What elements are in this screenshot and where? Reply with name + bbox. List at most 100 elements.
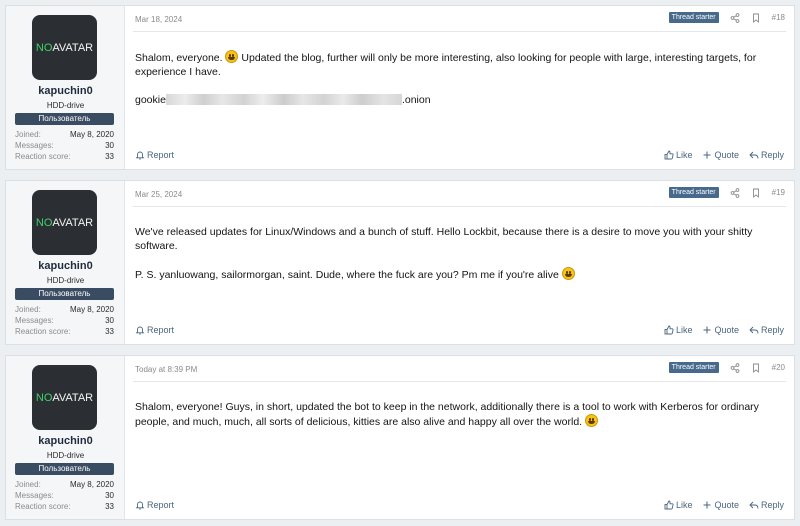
user-title: HDD-drive (46, 101, 85, 110)
header-divider (133, 206, 786, 207)
report-label: Report (147, 150, 175, 160)
user-title: HDD-drive (46, 451, 85, 460)
bookmark-icon[interactable] (751, 363, 761, 373)
post-number[interactable]: #20 (772, 363, 785, 372)
bell-icon (135, 326, 145, 335)
share-icon[interactable] (730, 362, 740, 373)
reply-icon (749, 326, 759, 334)
messages-value[interactable]: 30 (105, 140, 114, 151)
post-footer: Report Like Quote Reply (135, 150, 784, 160)
avatar-no-text: NO (35, 391, 53, 404)
post-18: NO AVATAR kapuchin0 HDD-drive Пользовател… (5, 5, 795, 170)
quote-label: Quote (714, 150, 739, 160)
joined-label: Joined: (15, 480, 41, 489)
username-link[interactable]: kapuchin0 (6, 435, 125, 447)
joined-label: Joined: (15, 305, 41, 314)
post-body: We've released updates for Linux/Windows… (135, 225, 782, 296)
user-panel: NO AVATAR kapuchin0 HDD-drive Пользовател… (6, 6, 125, 169)
quote-button[interactable]: Quote (702, 150, 739, 160)
thumbs-up-icon (664, 150, 674, 160)
report-label: Report (147, 325, 175, 335)
post-header-actions: Thread starter #18 (668, 12, 785, 23)
header-divider (133, 31, 786, 32)
username-link[interactable]: kapuchin0 (6, 260, 125, 272)
post-text-1: We've released updates for Linux/Windows… (135, 226, 753, 252)
share-icon[interactable] (730, 12, 740, 23)
user-group-badge: Пользователь (15, 113, 114, 125)
reaction-label: Reaction score: (15, 502, 71, 511)
header-divider (133, 381, 786, 382)
thumbs-up-icon (664, 325, 674, 335)
avatar-no-text: NO (35, 216, 53, 229)
post-20: NO AVATAR kapuchin0 HDD-drive Пользовател… (5, 355, 795, 520)
avatar-rest-text: AVATAR (52, 216, 94, 229)
reaction-label: Reaction score: (15, 152, 71, 161)
post-date[interactable]: Today at 8:39 PM (135, 365, 197, 374)
quote-button[interactable]: Quote (702, 500, 739, 510)
reaction-value: 33 (105, 152, 114, 161)
avatar[interactable]: NO AVATAR (32, 15, 97, 80)
report-button[interactable]: Report (135, 325, 174, 335)
report-button[interactable]: Report (135, 150, 174, 160)
post-main: Today at 8:39 PM Thread starter #20 Shal… (125, 356, 794, 519)
like-button[interactable]: Like (664, 325, 693, 335)
post-main: Mar 25, 2024 Thread starter #19 We've re… (125, 181, 794, 344)
avatar[interactable]: NO AVATAR (32, 190, 97, 255)
quote-button[interactable]: Quote (702, 325, 739, 335)
user-title: HDD-drive (46, 276, 85, 285)
report-label: Report (147, 500, 175, 510)
reply-button[interactable]: Reply (749, 150, 784, 160)
user-stats: Joined: May 8, 2020 Messages: 30 Reaction … (15, 129, 114, 162)
user-group-badge: Пользователь (15, 463, 114, 475)
post-main: Mar 18, 2024 Thread starter #18 Shalom, … (125, 6, 794, 169)
reply-label: Reply (760, 500, 784, 510)
post-number[interactable]: #19 (772, 188, 785, 197)
messages-value[interactable]: 30 (105, 315, 114, 326)
like-label: Like (675, 150, 693, 160)
messages-label: Messages: (15, 141, 54, 150)
post-date[interactable]: Mar 25, 2024 (135, 190, 182, 199)
user-panel: NO AVATAR kapuchin0 HDD-drive Пользовател… (6, 356, 125, 519)
joined-value: May 8, 2020 (69, 130, 114, 139)
thread-starter-badge: Thread starter (668, 187, 719, 198)
thumbs-up-icon (664, 500, 674, 510)
post-header-actions: Thread starter #19 (668, 187, 785, 198)
reaction-value: 33 (105, 502, 114, 511)
like-label: Like (675, 325, 693, 335)
grinning-emoji (585, 414, 598, 427)
messages-label: Messages: (15, 316, 54, 325)
onion-link-prefix: gookie (135, 94, 166, 106)
like-button[interactable]: Like (664, 500, 693, 510)
post-header-actions: Thread starter #20 (668, 362, 785, 373)
reply-button[interactable]: Reply (749, 325, 784, 335)
bookmark-icon[interactable] (751, 13, 761, 23)
reply-label: Reply (760, 325, 784, 335)
username-link[interactable]: kapuchin0 (6, 85, 125, 97)
like-label: Like (675, 500, 693, 510)
plus-icon (703, 326, 711, 334)
avatar-rest-text: AVATAR (52, 41, 94, 54)
user-panel: NO AVATAR kapuchin0 HDD-drive Пользовател… (6, 181, 125, 344)
reply-icon (749, 151, 759, 159)
report-button[interactable]: Report (135, 500, 174, 510)
joined-value: May 8, 2020 (69, 305, 114, 314)
thread-starter-badge: Thread starter (668, 12, 719, 23)
reply-button[interactable]: Reply (749, 500, 784, 510)
share-icon[interactable] (730, 187, 740, 198)
bookmark-icon[interactable] (751, 188, 761, 198)
reply-icon (749, 501, 759, 509)
reaction-value: 33 (105, 327, 114, 336)
user-stats: Joined: May 8, 2020 Messages: 30 Reaction … (15, 304, 114, 337)
messages-label: Messages: (15, 491, 54, 500)
blurred-redaction (165, 94, 402, 105)
post-footer: Report Like Quote Reply (135, 500, 784, 510)
post-19: NO AVATAR kapuchin0 HDD-drive Пользовател… (5, 180, 795, 345)
post-text-2: P. S. yanluowang, sailormorgan, saint. D… (135, 269, 559, 281)
user-stats: Joined: May 8, 2020 Messages: 30 Reaction … (15, 479, 114, 512)
avatar[interactable]: NO AVATAR (32, 365, 97, 430)
like-button[interactable]: Like (664, 150, 693, 160)
messages-value[interactable]: 30 (105, 490, 114, 501)
post-number[interactable]: #18 (772, 13, 785, 22)
post-date[interactable]: Mar 18, 2024 (135, 15, 182, 24)
post-body: Shalom, everyone! Guys, in short, update… (135, 400, 782, 443)
